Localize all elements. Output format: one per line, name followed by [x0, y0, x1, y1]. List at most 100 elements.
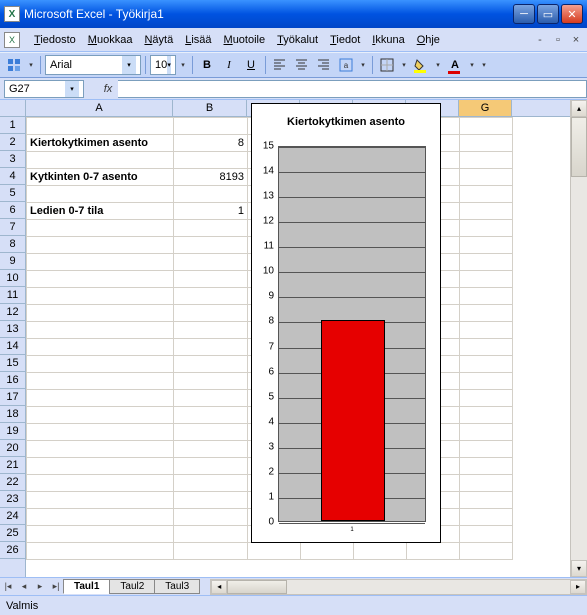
row-header-20[interactable]: 20 — [0, 440, 25, 457]
column-header-B[interactable]: B — [173, 100, 247, 116]
cell-G16[interactable] — [460, 373, 513, 390]
row-header-14[interactable]: 14 — [0, 338, 25, 355]
menu-tiedot[interactable]: Tiedot — [324, 32, 366, 48]
row-header-22[interactable]: 22 — [0, 474, 25, 491]
cell-G13[interactable] — [460, 322, 513, 339]
underline-button[interactable]: U — [241, 55, 261, 75]
cell-A14[interactable] — [27, 339, 174, 356]
row-header-7[interactable]: 7 — [0, 219, 25, 236]
document-icon[interactable]: X — [4, 32, 20, 48]
cell-B10[interactable] — [174, 271, 248, 288]
cell-A3[interactable] — [27, 152, 174, 169]
row-header-11[interactable]: 11 — [0, 287, 25, 304]
cell-A21[interactable] — [27, 458, 174, 475]
cell-A7[interactable] — [27, 220, 174, 237]
cell-B25[interactable] — [174, 526, 248, 543]
row-header-26[interactable]: 26 — [0, 542, 25, 559]
menu-lisää[interactable]: Lisää — [179, 32, 217, 48]
row-header-6[interactable]: 6 — [0, 202, 25, 219]
cell-B3[interactable] — [174, 152, 248, 169]
row-header-12[interactable]: 12 — [0, 304, 25, 321]
menu-ikkuna[interactable]: Ikkuna — [366, 32, 410, 48]
font-color-dropdown[interactable]: ▾ — [467, 61, 477, 69]
scroll-up-button[interactable]: ▴ — [571, 100, 587, 117]
cell-E26[interactable] — [354, 543, 407, 560]
cell-G11[interactable] — [460, 288, 513, 305]
tab-next-button[interactable]: ▸ — [32, 579, 48, 595]
cell-B22[interactable] — [174, 475, 248, 492]
align-center-button[interactable] — [292, 55, 312, 75]
cell-B17[interactable] — [174, 390, 248, 407]
menu-ohje[interactable]: Ohje — [411, 32, 446, 48]
row-header-23[interactable]: 23 — [0, 491, 25, 508]
vscroll-thumb[interactable] — [571, 117, 587, 177]
fill-color-button[interactable] — [411, 55, 431, 75]
cell-G14[interactable] — [460, 339, 513, 356]
row-header-13[interactable]: 13 — [0, 321, 25, 338]
menu-näytä[interactable]: Näytä — [138, 32, 179, 48]
toolbar-options-dropdown[interactable]: ▾ — [26, 61, 36, 69]
cell-C26[interactable] — [248, 543, 301, 560]
cell-A13[interactable] — [27, 322, 174, 339]
cell-A18[interactable] — [27, 407, 174, 424]
cell-G9[interactable] — [460, 254, 513, 271]
cell-A15[interactable] — [27, 356, 174, 373]
cell-B19[interactable] — [174, 424, 248, 441]
borders-dropdown[interactable]: ▾ — [399, 61, 409, 69]
toolbar-overflow[interactable]: ▾ — [479, 61, 489, 69]
cell-G26[interactable] — [460, 543, 513, 560]
cell-G12[interactable] — [460, 305, 513, 322]
tab-last-button[interactable]: ▸| — [48, 579, 64, 595]
row-header-17[interactable]: 17 — [0, 389, 25, 406]
toolbar-options-icon[interactable] — [4, 55, 24, 75]
tab-first-button[interactable]: |◂ — [0, 579, 16, 595]
cell-B2[interactable]: 8 — [174, 135, 248, 152]
vertical-scrollbar[interactable]: ▴ ▾ — [570, 100, 587, 577]
cell-B18[interactable] — [174, 407, 248, 424]
menu-muotoile[interactable]: Muotoile — [218, 32, 272, 48]
cell-B16[interactable] — [174, 373, 248, 390]
close-button[interactable]: ✕ — [561, 4, 583, 24]
cell-B4[interactable]: 8193 — [174, 169, 248, 186]
select-all-corner[interactable] — [0, 100, 26, 117]
row-header-4[interactable]: 4 — [0, 168, 25, 185]
cell-B1[interactable] — [174, 118, 248, 135]
row-header-18[interactable]: 18 — [0, 406, 25, 423]
cell-A17[interactable] — [27, 390, 174, 407]
cell-G18[interactable] — [460, 407, 513, 424]
row-header-8[interactable]: 8 — [0, 236, 25, 253]
cell-B9[interactable] — [174, 254, 248, 271]
cell-A24[interactable] — [27, 509, 174, 526]
cell-G7[interactable] — [460, 220, 513, 237]
cell-A9[interactable] — [27, 254, 174, 271]
font-name-select[interactable]: Arial ▾ — [45, 55, 141, 75]
align-right-button[interactable] — [314, 55, 334, 75]
row-header-19[interactable]: 19 — [0, 423, 25, 440]
cell-G1[interactable] — [460, 118, 513, 135]
row-header-2[interactable]: 2 — [0, 134, 25, 151]
cell-B5[interactable] — [174, 186, 248, 203]
cell-G8[interactable] — [460, 237, 513, 254]
menu-työkalut[interactable]: Työkalut — [271, 32, 324, 48]
doc-minimize-button[interactable]: - — [533, 33, 547, 47]
sheet-tab-Taul2[interactable]: Taul2 — [109, 579, 155, 594]
cell-G22[interactable] — [460, 475, 513, 492]
cell-G10[interactable] — [460, 271, 513, 288]
menu-tiedosto[interactable]: Tiedosto — [28, 32, 82, 48]
font-color-button[interactable]: A — [445, 55, 465, 75]
cell-B7[interactable] — [174, 220, 248, 237]
tab-prev-button[interactable]: ◂ — [16, 579, 32, 595]
cell-A25[interactable] — [27, 526, 174, 543]
maximize-button[interactable]: ▭ — [537, 4, 559, 24]
doc-restore-button[interactable]: ▫ — [551, 33, 565, 47]
cell-B11[interactable] — [174, 288, 248, 305]
row-header-5[interactable]: 5 — [0, 185, 25, 202]
cell-B15[interactable] — [174, 356, 248, 373]
cell-G25[interactable] — [460, 526, 513, 543]
row-header-3[interactable]: 3 — [0, 151, 25, 168]
font-size-select[interactable]: 10 ▾ — [150, 55, 176, 75]
cell-A5[interactable] — [27, 186, 174, 203]
cell-B23[interactable] — [174, 492, 248, 509]
row-header-24[interactable]: 24 — [0, 508, 25, 525]
cell-A10[interactable] — [27, 271, 174, 288]
